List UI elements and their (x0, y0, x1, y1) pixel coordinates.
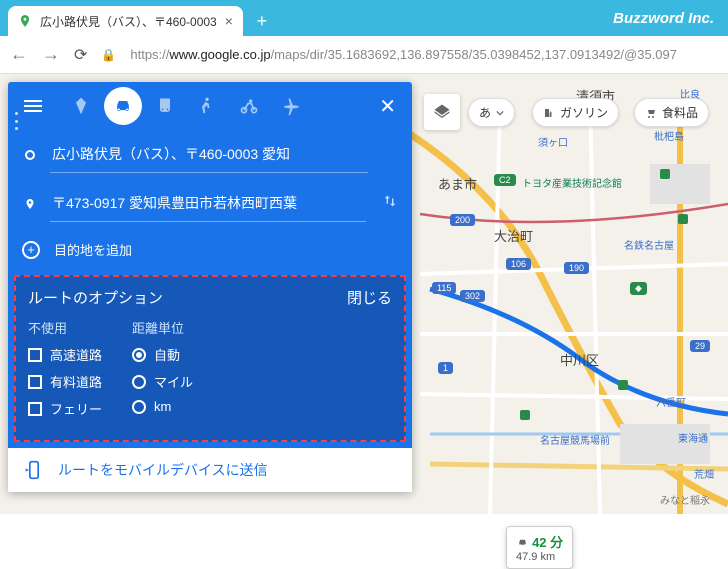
units-auto-radio[interactable]: 自動 (132, 345, 193, 364)
layers-icon (433, 103, 451, 121)
language-chip[interactable]: あ (468, 98, 515, 127)
destination-marker-icon (22, 196, 38, 212)
destination-row: 〒473-0917 愛知県豊田市若林西町西葉 (22, 185, 398, 222)
tab-close-icon[interactable]: × (225, 13, 233, 29)
avoid-column: 不使用 高速道路 有料道路 フェリー (28, 318, 102, 426)
close-panel-button[interactable]: ✕ (373, 88, 402, 125)
directions-panel: ✕ 広小路伏見（バス）、〒460-0003 愛知 〒473-0917 愛知県豊田… (8, 82, 412, 492)
route-shield: 106 (506, 258, 531, 270)
route-options-close[interactable]: 閉じる (347, 287, 392, 308)
lock-icon: 🔒 (101, 48, 116, 62)
swap-icon (382, 193, 398, 209)
avoid-header: 不使用 (28, 318, 102, 337)
route-shield: 115 (432, 282, 456, 294)
diamond-icon (71, 96, 91, 116)
avoid-highways-checkbox[interactable]: 高速道路 (28, 345, 102, 364)
map-label-station: 東海通 (678, 430, 708, 445)
waypoint-connector-icon (15, 112, 18, 130)
mode-transit[interactable] (146, 87, 184, 125)
grocery-chip[interactable]: 食料品 (634, 98, 709, 127)
plane-icon (281, 96, 301, 116)
map-label-station: 荒畑 (694, 466, 714, 481)
expressway-ramp-icon (678, 214, 688, 224)
map-label-city: 大治町 (494, 226, 533, 245)
map-label-station: 名鉄名古屋 (624, 237, 674, 252)
send-to-mobile-label: ルートをモバイルデバイスに送信 (58, 460, 268, 480)
car-icon (113, 96, 133, 116)
mode-flights[interactable] (272, 87, 310, 125)
layers-button[interactable] (424, 94, 460, 130)
destination-input[interactable]: 〒473-0917 愛知県豊田市若林西町西葉 (50, 185, 366, 222)
travel-modes: ✕ (8, 82, 412, 130)
route-shield: 29 (690, 340, 710, 352)
route-shield: 1 (438, 362, 453, 374)
map-label-station: 須ヶ口 (538, 134, 568, 149)
map-label-station: 六番町 (656, 394, 686, 409)
mode-best[interactable] (62, 87, 100, 125)
units-km-radio[interactable]: km (132, 399, 193, 414)
brand-label: Buzzword Inc. (613, 10, 714, 27)
swap-button[interactable] (382, 193, 398, 214)
route-shield: ◆ (630, 282, 647, 295)
gas-chip[interactable]: ガソリン (532, 98, 619, 127)
route-shield: 302 (460, 290, 485, 302)
route-shield: 190 (564, 262, 589, 274)
maps-favicon-icon (18, 14, 32, 28)
add-destination-button[interactable]: + 目的地を追加 (8, 228, 412, 275)
waypoints: 広小路伏見（バス）、〒460-0003 愛知 〒473-0917 愛知県豊田市若… (8, 130, 412, 228)
menu-button[interactable] (18, 94, 48, 118)
bike-icon (239, 96, 259, 116)
plus-circle-icon: + (22, 241, 40, 259)
map-label-station: 名古屋競馬場前 (540, 432, 610, 447)
origin-marker-icon (22, 150, 38, 160)
send-to-mobile-button[interactable]: ルートをモバイルデバイスに送信 (8, 448, 412, 492)
browser-titlebar: 広小路伏見（バス）、〒460-0003 × + Buzzword Inc. (0, 0, 728, 36)
eta-tooltip[interactable]: 42 分 47.9 km (506, 526, 573, 569)
route-options-title: ルートのオプション (28, 287, 163, 308)
origin-row: 広小路伏見（バス）、〒460-0003 愛知 (22, 136, 398, 173)
map-label-city: あま市 (438, 174, 477, 193)
walk-icon (197, 96, 217, 116)
browser-tab[interactable]: 広小路伏見（バス）、〒460-0003 × (8, 6, 243, 36)
route-options-section: ルートのオプション 閉じる 不使用 高速道路 有料道路 フェリー 距離単位 自動… (14, 275, 406, 442)
mode-walking[interactable] (188, 87, 226, 125)
forward-button[interactable]: → (42, 44, 60, 65)
gas-icon (543, 107, 555, 119)
route-shield: C2 (494, 174, 516, 186)
map-label-poi: トヨタ産業技術記念館 (522, 175, 622, 190)
chevron-down-icon (496, 109, 504, 117)
route-shield: 200 (450, 214, 475, 226)
map-label-city: 中川区 (560, 350, 599, 369)
units-miles-radio[interactable]: マイル (132, 372, 193, 391)
units-column: 距離単位 自動 マイル km (132, 318, 193, 426)
address-bar: ← → ⟳ 🔒 https://www.google.co.jp/maps/di… (0, 36, 728, 74)
mode-cycling[interactable] (230, 87, 268, 125)
map-label-neighborhood: みなと稲永 (660, 492, 710, 507)
new-tab-button[interactable]: + (249, 8, 275, 34)
send-to-mobile-icon (24, 460, 44, 480)
back-button[interactable]: ← (10, 44, 28, 65)
avoid-tolls-checkbox[interactable]: 有料道路 (28, 372, 102, 391)
car-icon (516, 537, 529, 548)
tab-title: 広小路伏見（バス）、〒460-0003 (40, 13, 217, 30)
expressway-ramp-icon (618, 380, 628, 390)
reload-button[interactable]: ⟳ (74, 45, 87, 65)
add-destination-label: 目的地を追加 (54, 240, 132, 259)
origin-input[interactable]: 広小路伏見（バス）、〒460-0003 愛知 (50, 136, 368, 173)
units-header: 距離単位 (132, 318, 193, 337)
url-display[interactable]: https://www.google.co.jp/maps/dir/35.168… (130, 47, 677, 62)
expressway-ramp-icon (520, 410, 530, 420)
avoid-ferries-checkbox[interactable]: フェリー (28, 399, 102, 418)
expressway-ramp-icon (660, 169, 670, 179)
mode-driving[interactable] (104, 87, 142, 125)
train-icon (155, 96, 175, 116)
map-label-station: 枇杷島 (654, 128, 684, 143)
cart-icon (645, 107, 657, 119)
